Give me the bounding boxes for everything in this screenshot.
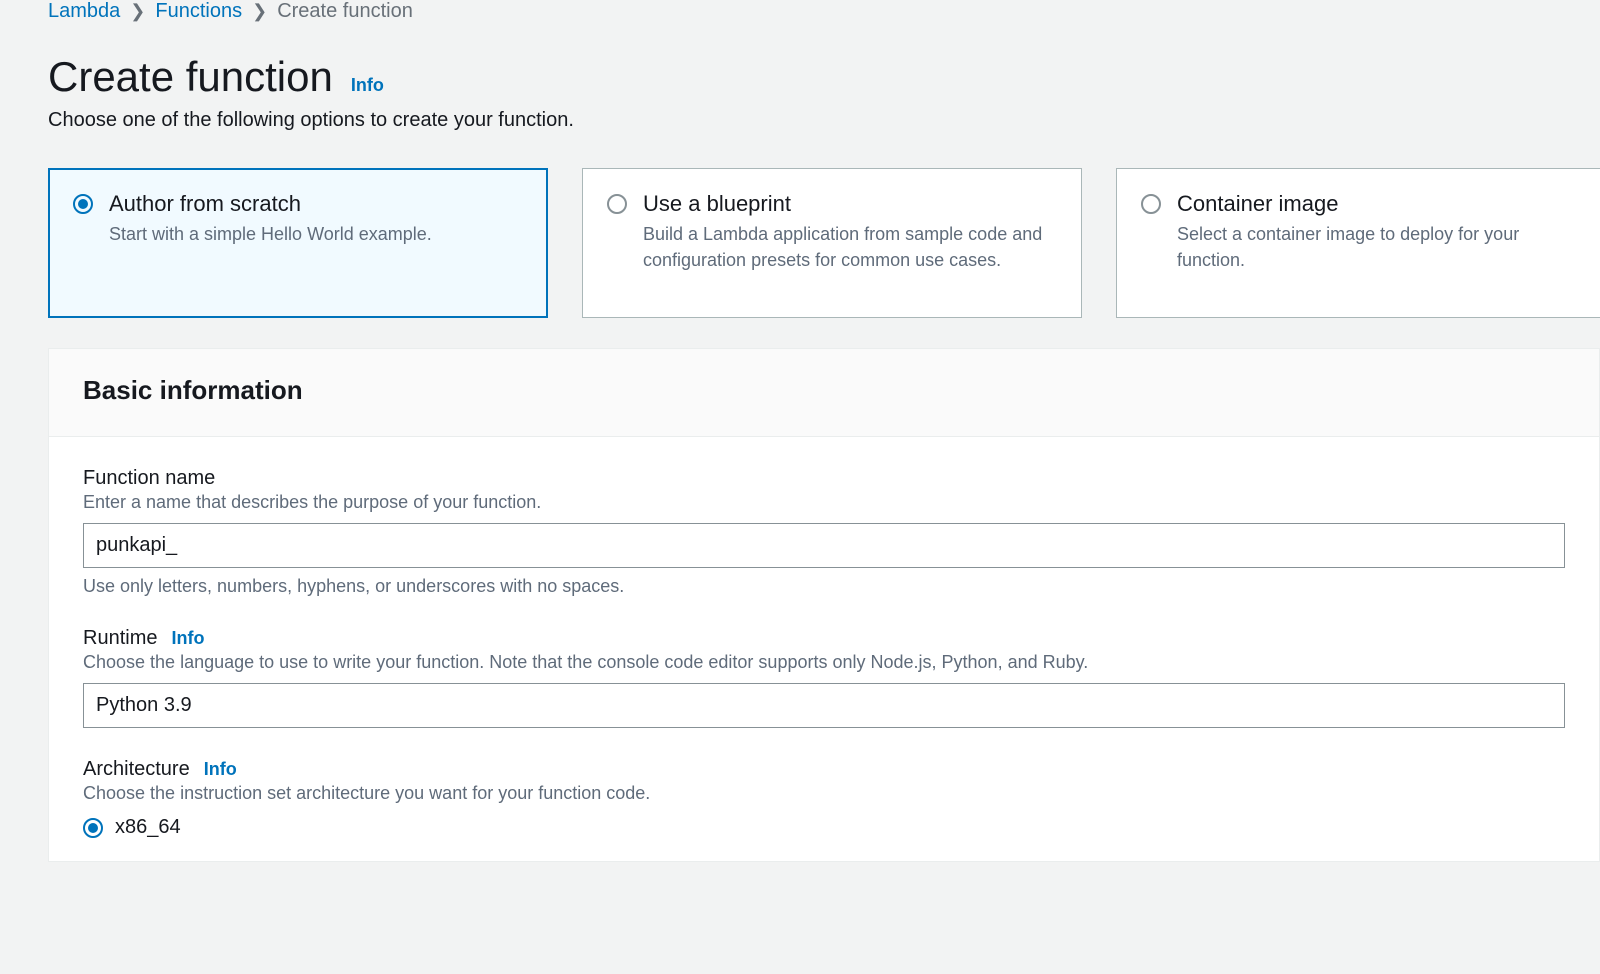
runtime-group: Runtime Info Choose the language to use … bbox=[83, 627, 1565, 728]
architecture-label: Architecture bbox=[83, 758, 190, 781]
option-desc: Build a Lambda application from sample c… bbox=[643, 221, 1057, 273]
option-title: Use a blueprint bbox=[643, 191, 1057, 217]
option-title: Author from scratch bbox=[109, 191, 432, 217]
creation-options: Author from scratch Start with a simple … bbox=[48, 168, 1600, 318]
runtime-label: Runtime bbox=[83, 627, 157, 650]
page-subtitle: Choose one of the following options to c… bbox=[48, 109, 1600, 132]
architecture-option-x86-64[interactable]: x86_64 bbox=[83, 816, 1565, 839]
info-link-runtime[interactable]: Info bbox=[171, 628, 204, 649]
architecture-help: Choose the instruction set architecture … bbox=[83, 783, 1565, 804]
chevron-right-icon: ❯ bbox=[130, 1, 145, 22]
architecture-option-label: x86_64 bbox=[115, 816, 181, 839]
radio-icon bbox=[1141, 194, 1161, 214]
option-container-image[interactable]: Container image Select a container image… bbox=[1116, 168, 1600, 318]
option-author-from-scratch[interactable]: Author from scratch Start with a simple … bbox=[48, 168, 548, 318]
runtime-select[interactable]: Python 3.9 bbox=[83, 683, 1565, 728]
breadcrumb: Lambda ❯ Functions ❯ Create function bbox=[48, 0, 1600, 53]
option-use-blueprint[interactable]: Use a blueprint Build a Lambda applicati… bbox=[582, 168, 1082, 318]
radio-icon bbox=[73, 194, 93, 214]
breadcrumb-lambda[interactable]: Lambda bbox=[48, 0, 120, 23]
runtime-help: Choose the language to use to write your… bbox=[83, 652, 1565, 673]
option-title: Container image bbox=[1177, 191, 1591, 217]
page-title: Create function bbox=[48, 53, 333, 101]
function-name-input[interactable] bbox=[83, 523, 1565, 568]
info-link-header[interactable]: Info bbox=[351, 75, 384, 96]
radio-icon bbox=[83, 818, 103, 838]
breadcrumb-current: Create function bbox=[277, 0, 413, 23]
info-link-architecture[interactable]: Info bbox=[204, 759, 237, 780]
function-name-group: Function name Enter a name that describe… bbox=[83, 467, 1565, 597]
breadcrumb-functions[interactable]: Functions bbox=[155, 0, 242, 23]
radio-icon bbox=[607, 194, 627, 214]
architecture-group: Architecture Info Choose the instruction… bbox=[83, 758, 1565, 839]
chevron-right-icon: ❯ bbox=[252, 1, 267, 22]
basic-information-panel: Basic information Function name Enter a … bbox=[48, 348, 1600, 862]
panel-heading: Basic information bbox=[83, 375, 1565, 406]
option-desc: Select a container image to deploy for y… bbox=[1177, 221, 1591, 273]
function-name-hint: Use only letters, numbers, hyphens, or u… bbox=[83, 576, 1565, 597]
function-name-label: Function name bbox=[83, 467, 215, 490]
function-name-help: Enter a name that describes the purpose … bbox=[83, 492, 1565, 513]
option-desc: Start with a simple Hello World example. bbox=[109, 221, 432, 247]
